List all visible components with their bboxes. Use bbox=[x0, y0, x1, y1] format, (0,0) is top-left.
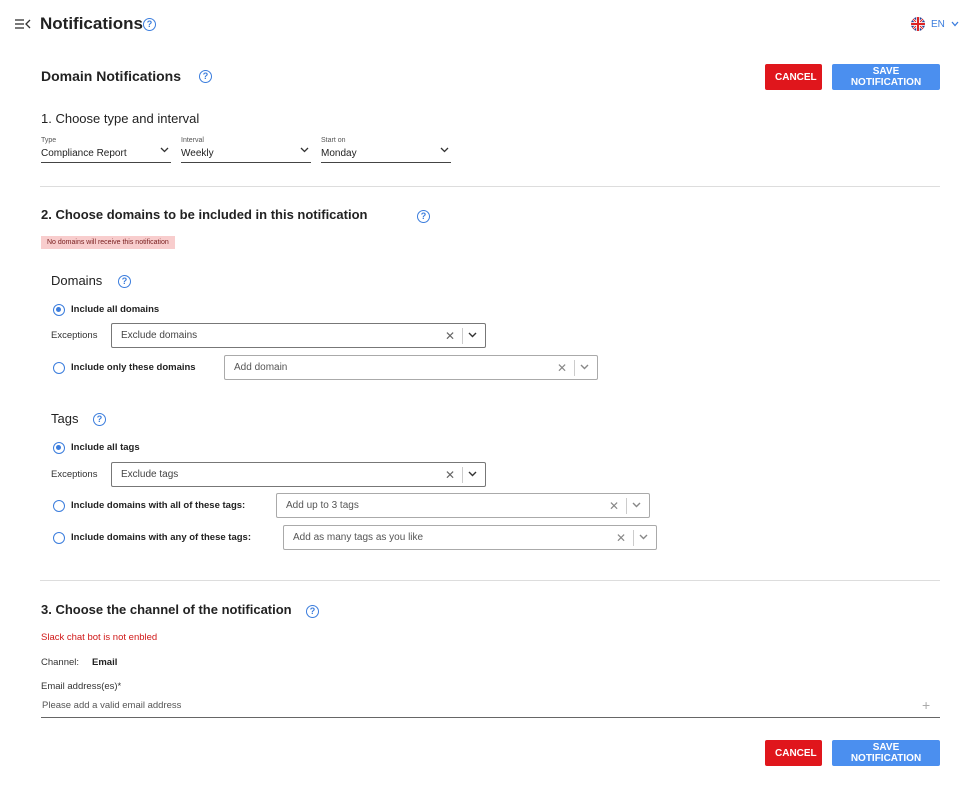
all-tags-label: Include domains with all of these tags: bbox=[71, 500, 246, 511]
panel-title: Domain Notifications bbox=[41, 68, 182, 84]
cancel-button[interactable]: CANCEL bbox=[765, 64, 822, 90]
no-domains-warning: No domains will receive this notificatio… bbox=[41, 236, 175, 249]
menu-collapse-icon[interactable] bbox=[15, 17, 31, 29]
step1-title: 1. Choose type and interval bbox=[41, 111, 200, 126]
interval-select[interactable]: Interval Weekly bbox=[181, 137, 311, 163]
help-icon[interactable]: ? bbox=[306, 605, 319, 618]
any-tags-label: Include domains with any of these tags: bbox=[71, 532, 251, 543]
chevron-down-icon[interactable] bbox=[632, 502, 641, 508]
include-all-tags-radio[interactable] bbox=[53, 442, 65, 454]
exclude-tags-placeholder: Exclude tags bbox=[121, 469, 179, 480]
add-domain-input[interactable]: Add domain ✕ bbox=[224, 355, 598, 380]
language-label: EN bbox=[931, 18, 945, 30]
step2-title: 2. Choose domains to be included in this… bbox=[41, 207, 368, 222]
clear-icon[interactable]: ✕ bbox=[445, 468, 455, 482]
save-notification-button[interactable]: SAVE NOTIFICATION bbox=[832, 64, 940, 90]
exclude-domains-placeholder: Exclude domains bbox=[121, 330, 198, 341]
clear-icon[interactable]: ✕ bbox=[616, 531, 626, 545]
include-only-domains-radio[interactable] bbox=[53, 362, 65, 374]
exclude-domains-input[interactable]: Exclude domains ✕ bbox=[111, 323, 486, 348]
all-tags-radio[interactable] bbox=[53, 500, 65, 512]
help-icon[interactable]: ? bbox=[199, 70, 212, 83]
chevron-down-icon[interactable] bbox=[580, 364, 589, 370]
section-divider bbox=[40, 186, 940, 187]
all-tags-placeholder: Add up to 3 tags bbox=[286, 500, 359, 511]
chevron-down-icon[interactable] bbox=[639, 534, 648, 540]
separator bbox=[462, 467, 463, 483]
start-on-value: Monday bbox=[321, 148, 357, 159]
email-label: Email address(es)* bbox=[41, 681, 122, 692]
start-on-label: Start on bbox=[321, 137, 346, 144]
slack-warning: Slack chat bot is not enbled bbox=[41, 632, 158, 643]
interval-value: Weekly bbox=[181, 148, 214, 159]
add-email-icon[interactable]: + bbox=[922, 697, 930, 713]
chevron-down-icon bbox=[300, 147, 309, 153]
help-icon[interactable]: ? bbox=[143, 18, 156, 31]
language-selector[interactable]: EN bbox=[911, 17, 959, 31]
channel-value: Email bbox=[92, 657, 118, 668]
cancel-button[interactable]: CANCEL bbox=[765, 740, 822, 766]
interval-label: Interval bbox=[181, 137, 204, 144]
any-tags-input[interactable]: Add as many tags as you like ✕ bbox=[283, 525, 657, 550]
tags-title: Tags bbox=[51, 411, 79, 426]
domain-exceptions-label: Exceptions bbox=[51, 330, 98, 341]
clear-icon[interactable]: ✕ bbox=[609, 499, 619, 513]
chevron-down-icon[interactable] bbox=[468, 332, 477, 338]
save-notification-button[interactable]: SAVE NOTIFICATION bbox=[832, 740, 940, 766]
start-on-select[interactable]: Start on Monday bbox=[321, 137, 451, 163]
step3-title: 3. Choose the channel of the notificatio… bbox=[41, 602, 292, 617]
type-label: Type bbox=[41, 137, 57, 144]
include-all-tags-label: Include all tags bbox=[71, 442, 140, 453]
all-tags-input[interactable]: Add up to 3 tags ✕ bbox=[276, 493, 650, 518]
any-tags-radio[interactable] bbox=[53, 532, 65, 544]
type-value: Compliance Report bbox=[41, 148, 127, 159]
any-tags-placeholder: Add as many tags as you like bbox=[293, 532, 424, 543]
chevron-down-icon[interactable] bbox=[468, 471, 477, 477]
help-icon[interactable]: ? bbox=[417, 210, 430, 223]
include-all-domains-radio[interactable] bbox=[53, 304, 65, 316]
uk-flag-icon bbox=[911, 17, 925, 31]
clear-icon[interactable]: ✕ bbox=[445, 329, 455, 343]
domains-title: Domains bbox=[51, 273, 103, 288]
chevron-down-icon bbox=[160, 147, 169, 153]
tag-exceptions-label: Exceptions bbox=[51, 469, 98, 480]
page-title: Notifications bbox=[40, 14, 143, 33]
chevron-down-icon bbox=[440, 147, 449, 153]
email-input[interactable]: Please add a valid email address + bbox=[41, 696, 940, 718]
include-only-domains-label: Include only these domains bbox=[71, 362, 196, 373]
add-domain-placeholder: Add domain bbox=[234, 362, 288, 373]
help-icon[interactable]: ? bbox=[93, 413, 106, 426]
channel-label: Channel: bbox=[41, 657, 80, 668]
email-placeholder: Please add a valid email address bbox=[42, 700, 182, 711]
separator bbox=[462, 328, 463, 344]
help-icon[interactable]: ? bbox=[118, 275, 131, 288]
separator bbox=[626, 498, 627, 514]
include-all-domains-label: Include all domains bbox=[71, 304, 160, 315]
type-select[interactable]: Type Compliance Report bbox=[41, 137, 171, 163]
separator bbox=[574, 360, 575, 376]
exclude-tags-input[interactable]: Exclude tags ✕ bbox=[111, 462, 486, 487]
section-divider bbox=[40, 580, 940, 581]
separator bbox=[633, 530, 634, 546]
clear-icon[interactable]: ✕ bbox=[557, 361, 567, 375]
chevron-down-icon bbox=[951, 21, 959, 27]
